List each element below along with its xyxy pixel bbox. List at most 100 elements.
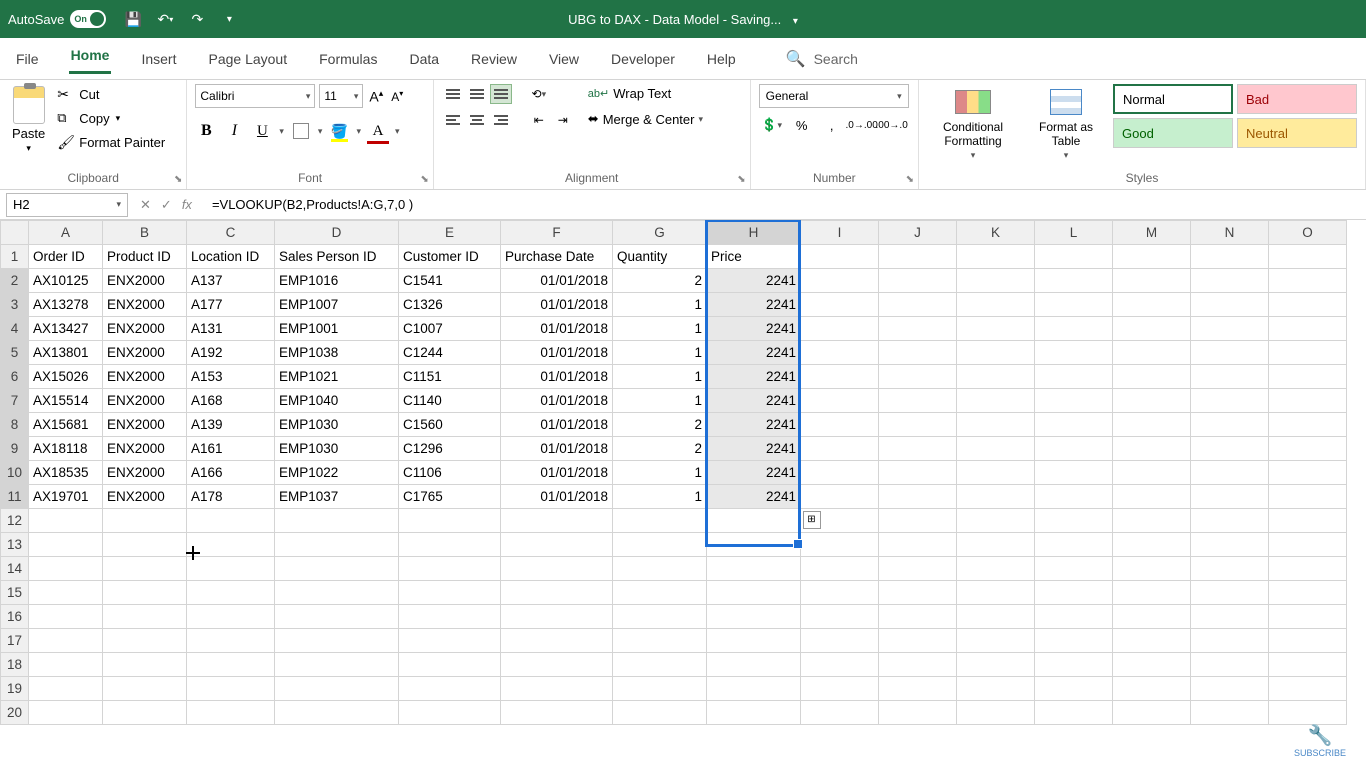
cell-L19[interactable] (1035, 677, 1113, 701)
cell-B16[interactable] (103, 605, 187, 629)
cell-B14[interactable] (103, 557, 187, 581)
dialog-launcher-icon[interactable]: ⬊ (737, 174, 745, 185)
cell-O9[interactable] (1269, 437, 1347, 461)
row-header-5[interactable]: 5 (1, 341, 29, 365)
cell-E20[interactable] (399, 701, 501, 725)
cell-N16[interactable] (1191, 605, 1269, 629)
cell-D2[interactable]: EMP1016 (275, 269, 399, 293)
autosave-toggle[interactable]: AutoSave On (8, 10, 106, 28)
cell-K3[interactable] (957, 293, 1035, 317)
bold-button[interactable]: B (195, 120, 217, 142)
cell-J12[interactable] (879, 509, 957, 533)
cell-H4[interactable]: 2241 (707, 317, 801, 341)
wrap-text-button[interactable]: ab↵Wrap Text (586, 84, 705, 103)
cell-H14[interactable] (707, 557, 801, 581)
cell-L13[interactable] (1035, 533, 1113, 557)
cell-G14[interactable] (613, 557, 707, 581)
cell-H3[interactable]: 2241 (707, 293, 801, 317)
cell-G15[interactable] (613, 581, 707, 605)
cell-C16[interactable] (187, 605, 275, 629)
row-header-1[interactable]: 1 (1, 245, 29, 269)
cell-O20[interactable] (1269, 701, 1347, 725)
cell-F14[interactable] (501, 557, 613, 581)
row-header-20[interactable]: 20 (1, 701, 29, 725)
cell-K16[interactable] (957, 605, 1035, 629)
cell-G8[interactable]: 2 (613, 413, 707, 437)
cell-B1[interactable]: Product ID (103, 245, 187, 269)
cell-C19[interactable] (187, 677, 275, 701)
cell-C15[interactable] (187, 581, 275, 605)
cell-G11[interactable]: 1 (613, 485, 707, 509)
cell-J4[interactable] (879, 317, 957, 341)
cell-K7[interactable] (957, 389, 1035, 413)
cell-A16[interactable] (29, 605, 103, 629)
row-header-16[interactable]: 16 (1, 605, 29, 629)
font-name-dropdown[interactable]: Calibri▾ (195, 84, 315, 108)
cell-N3[interactable] (1191, 293, 1269, 317)
font-color-button[interactable]: A (367, 120, 389, 142)
cell-H2[interactable]: 2241 (707, 269, 801, 293)
cell-A8[interactable]: AX15681 (29, 413, 103, 437)
cell-C2[interactable]: A137 (187, 269, 275, 293)
cell-F7[interactable]: 01/01/2018 (501, 389, 613, 413)
cell-L10[interactable] (1035, 461, 1113, 485)
cell-B4[interactable]: ENX2000 (103, 317, 187, 341)
cell-G5[interactable]: 1 (613, 341, 707, 365)
col-header-H[interactable]: H (707, 221, 801, 245)
cell-M10[interactable] (1113, 461, 1191, 485)
cell-F5[interactable]: 01/01/2018 (501, 341, 613, 365)
cell-M19[interactable] (1113, 677, 1191, 701)
row-header-6[interactable]: 6 (1, 365, 29, 389)
cell-M8[interactable] (1113, 413, 1191, 437)
cell-I18[interactable] (801, 653, 879, 677)
row-header-3[interactable]: 3 (1, 293, 29, 317)
cell-J7[interactable] (879, 389, 957, 413)
accounting-button[interactable]: 💲▾ (759, 114, 785, 136)
cell-D18[interactable] (275, 653, 399, 677)
cell-F12[interactable] (501, 509, 613, 533)
cell-E4[interactable]: C1007 (399, 317, 501, 341)
cell-A12[interactable] (29, 509, 103, 533)
cell-G16[interactable] (613, 605, 707, 629)
cell-D17[interactable] (275, 629, 399, 653)
cell-D4[interactable]: EMP1001 (275, 317, 399, 341)
number-format-dropdown[interactable]: General▾ (759, 84, 909, 108)
cell-O14[interactable] (1269, 557, 1347, 581)
cell-A17[interactable] (29, 629, 103, 653)
cell-N20[interactable] (1191, 701, 1269, 725)
cell-J3[interactable] (879, 293, 957, 317)
sheet-area[interactable]: ABCDEFGHIJKLMNO1Order IDProduct IDLocati… (0, 220, 1366, 768)
cell-M5[interactable] (1113, 341, 1191, 365)
align-center-button[interactable] (466, 110, 488, 130)
cell-N13[interactable] (1191, 533, 1269, 557)
cell-O18[interactable] (1269, 653, 1347, 677)
cell-J14[interactable] (879, 557, 957, 581)
cell-O2[interactable] (1269, 269, 1347, 293)
cell-A3[interactable]: AX13278 (29, 293, 103, 317)
cell-B15[interactable] (103, 581, 187, 605)
cell-F6[interactable]: 01/01/2018 (501, 365, 613, 389)
cell-F9[interactable]: 01/01/2018 (501, 437, 613, 461)
orientation-button[interactable]: ⟲▾ (528, 84, 550, 104)
col-header-K[interactable]: K (957, 221, 1035, 245)
cell-O16[interactable] (1269, 605, 1347, 629)
percent-button[interactable]: % (789, 114, 815, 136)
cell-B13[interactable] (103, 533, 187, 557)
cell-B8[interactable]: ENX2000 (103, 413, 187, 437)
cell-D19[interactable] (275, 677, 399, 701)
cell-I2[interactable] (801, 269, 879, 293)
tab-help[interactable]: Help (705, 47, 738, 71)
cell-M15[interactable] (1113, 581, 1191, 605)
cell-O7[interactable] (1269, 389, 1347, 413)
cell-I8[interactable] (801, 413, 879, 437)
cell-G4[interactable]: 1 (613, 317, 707, 341)
save-icon[interactable]: 💾 (124, 10, 142, 28)
cell-C8[interactable]: A139 (187, 413, 275, 437)
decrease-indent-button[interactable]: ⇤ (528, 110, 550, 130)
qat-dropdown-icon[interactable]: ▾ (220, 10, 238, 28)
cell-F18[interactable] (501, 653, 613, 677)
cell-K13[interactable] (957, 533, 1035, 557)
align-middle-button[interactable] (466, 84, 488, 104)
cell-G1[interactable]: Quantity (613, 245, 707, 269)
cell-L9[interactable] (1035, 437, 1113, 461)
